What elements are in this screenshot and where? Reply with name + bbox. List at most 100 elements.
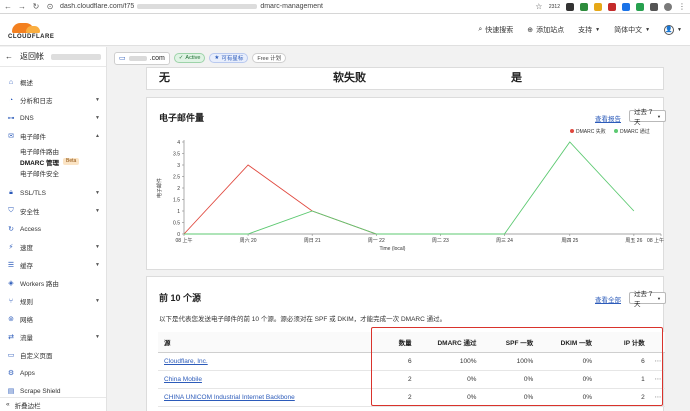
zone-selector[interactable]: ▭ .com — [114, 51, 170, 65]
x-tick-label: 08 上午 — [647, 237, 664, 244]
account-name-redacted — [51, 53, 101, 60]
sidebar-item-access[interactable]: ↻ Access — [0, 220, 106, 238]
chevron-down-icon: ▼ — [95, 115, 100, 121]
chevron-up-icon: ▲ — [95, 133, 100, 139]
language-menu[interactable]: 简体中文 ▼ — [614, 25, 650, 35]
caret-down-icon: ▼ — [677, 26, 682, 33]
back-to-account[interactable]: ← 返回帐 — [0, 47, 106, 67]
back-arrow-icon[interactable]: ← — [4, 2, 12, 11]
sidebar-item-dns[interactable]: ⊶ DNS ▼ — [0, 109, 106, 127]
add-site-button[interactable]: ⊕ 添加站点 — [527, 25, 564, 35]
quick-search-button[interactable]: ⌕ 快速搜索 — [478, 25, 513, 35]
beta-badge: Beta — [63, 158, 80, 165]
x-tick-label: 周三 24 — [496, 238, 513, 244]
reload-icon[interactable]: ↻ — [32, 2, 40, 11]
sidebar-subitem-dmarc[interactable]: DMARC 管理 Beta — [0, 156, 106, 167]
sidebar-item-traffic[interactable]: ⇄ 流量 ▼ — [0, 328, 106, 346]
summary-card: 无 软失败 是 — [146, 67, 664, 90]
y-tick-label: 3 — [177, 163, 180, 169]
legend-label: DMARC 通过 — [620, 128, 650, 135]
plus-icon: ⊕ — [527, 26, 534, 34]
source-link[interactable]: China Mobile — [164, 376, 202, 383]
arrow-left-icon: ← — [5, 52, 13, 61]
lock-icon: 🔒︎ — [9, 189, 13, 196]
extension-icon[interactable] — [580, 2, 588, 11]
y-axis-label: 电子邮件 — [156, 178, 163, 198]
dkim-cell: 0% — [539, 370, 599, 389]
more-options-icon[interactable]: ⋯ — [650, 352, 665, 371]
sidebar-item-label: 分析和日志 — [20, 98, 53, 105]
extension-icon[interactable] — [622, 2, 630, 11]
column-header[interactable]: DKIM 一致 — [539, 332, 599, 353]
cloudflare-logo[interactable]: CLOUDFLARE — [8, 19, 68, 40]
sidebar-subitem-email-security[interactable]: 电子邮件安全 — [0, 167, 106, 178]
chevron-down-icon: ▼ — [95, 190, 100, 196]
more-options-icon[interactable]: ⋯ — [650, 388, 665, 407]
source-link[interactable]: CHINA UNICOM Industrial Internet Backbon… — [164, 394, 295, 401]
sidebar: ← 返回帐 ⌂ 概述 ◔ 分析和日志 ▼ ⊶ DNS ▼ ✉ 电子邮件 ▲ 电子… — [0, 47, 107, 411]
spf-cell: 100% — [482, 352, 540, 371]
column-header[interactable]: IP 计数 — [598, 332, 651, 353]
sidebar-item-security[interactable]: ⛉ 安全性 ▼ — [0, 202, 106, 220]
sidebar-item-overview[interactable]: ⌂ 概述 — [0, 73, 106, 91]
sidebar-item-custom-pages[interactable]: ▭ 自定义页面 — [0, 346, 106, 364]
source-cell[interactable]: CHINA UNICOM Industrial Internet Backbon… — [158, 388, 382, 407]
source-cell[interactable]: China Mobile — [158, 370, 382, 389]
browser-menu-icon[interactable]: ⋮ — [678, 2, 686, 11]
extension-badge[interactable]: 2312 — [549, 4, 560, 10]
source-cell[interactable]: Cloudflare, Inc. — [158, 352, 382, 371]
sidebar-item-ssl[interactable]: 🔒︎ SSL/TLS ▼ — [0, 184, 106, 202]
column-header[interactable]: 源 — [158, 332, 382, 353]
network-icon: ⊚ — [8, 316, 14, 323]
sidebar-item-apps[interactable]: ⚙ Apps — [0, 364, 106, 382]
sidebar-item-label: 电子邮件 — [20, 134, 46, 141]
x-tick-label: 周日 21 — [304, 238, 321, 244]
sidebar-subitem-email-routing[interactable]: 电子邮件路由 — [0, 145, 106, 156]
sidebar-item-speed[interactable]: ⚡︎ 速度 ▼ — [0, 238, 106, 256]
sidebar-item-cache[interactable]: ☰ 缓存 ▼ — [0, 256, 106, 274]
x-tick-label: 周五 26 — [625, 238, 642, 244]
address-bar[interactable]: dash.cloudflare.com/f75 dmarc-management — [60, 3, 400, 10]
sidebar-item-label: 流量 — [20, 335, 33, 342]
legend-swatch — [614, 129, 618, 133]
support-menu[interactable]: 支持 ▼ — [578, 25, 600, 35]
legend-label: DMARC 失败 — [576, 128, 606, 135]
extension-icon[interactable] — [608, 2, 616, 11]
profile-avatar-icon[interactable] — [664, 2, 672, 11]
home-icon: ⌂ — [8, 78, 14, 86]
extension-icon[interactable] — [636, 2, 644, 11]
column-header[interactable]: DMARC 通过 — [417, 332, 483, 353]
star-badge[interactable]: ★ 可有星标 — [209, 53, 249, 63]
user-icon: 👤 — [664, 24, 675, 35]
bookmark-star-icon[interactable]: ☆ — [535, 2, 543, 11]
site-info-icon[interactable]: ⊙ — [46, 2, 54, 11]
star-icon: ★ — [214, 55, 220, 61]
search-icon: ⌕ — [478, 25, 483, 33]
forward-arrow-icon[interactable]: → — [18, 2, 26, 11]
time-range-select[interactable]: 过去 7 天 ▼ — [629, 291, 666, 308]
extension-icon[interactable] — [650, 2, 658, 11]
collapse-sidebar-button[interactable]: « 折叠边栏 — [0, 397, 106, 411]
column-header[interactable]: SPF 一致 — [482, 332, 540, 353]
table-row: CHINA UNICOM Industrial Internet Backbon… — [158, 388, 665, 407]
cache-icon: ☰ — [7, 262, 15, 269]
dmarc-cell: 100% — [417, 352, 483, 371]
spf-cell: 0% — [482, 370, 540, 389]
sidebar-item-email[interactable]: ✉ 电子邮件 ▲ — [0, 127, 106, 145]
source-link[interactable]: Cloudflare, Inc. — [164, 358, 208, 365]
user-menu[interactable]: 👤 ▼ — [664, 24, 682, 35]
extension-icon[interactable] — [594, 2, 602, 11]
sidebar-item-rules[interactable]: ⑂ 规则 ▼ — [0, 292, 106, 310]
extension-icon[interactable] — [566, 2, 574, 11]
sidebar-item-label: 自定义页面 — [20, 353, 53, 360]
sidebar-item-network[interactable]: ⊚ 网络 — [0, 310, 106, 328]
zone-bar: ▭ .com ✓ Active ★ 可有星标 Free 计划 — [114, 49, 287, 67]
more-options-icon[interactable]: ⋯ — [650, 370, 665, 389]
cloud-logo-icon — [8, 19, 44, 33]
sidebar-item-analytics[interactable]: ◔ 分析和日志 ▼ — [0, 91, 106, 109]
view-all-link[interactable]: 查看全部 — [595, 294, 621, 304]
table-row: Cloudflare, Inc. 6 100% 100% 0% 6 ⋯ — [158, 352, 665, 371]
sidebar-item-workers-routes[interactable]: ◈ Workers 路由 — [0, 274, 106, 292]
url-suffix: dmarc-management — [260, 3, 323, 10]
column-header[interactable]: 数量 — [381, 332, 418, 353]
